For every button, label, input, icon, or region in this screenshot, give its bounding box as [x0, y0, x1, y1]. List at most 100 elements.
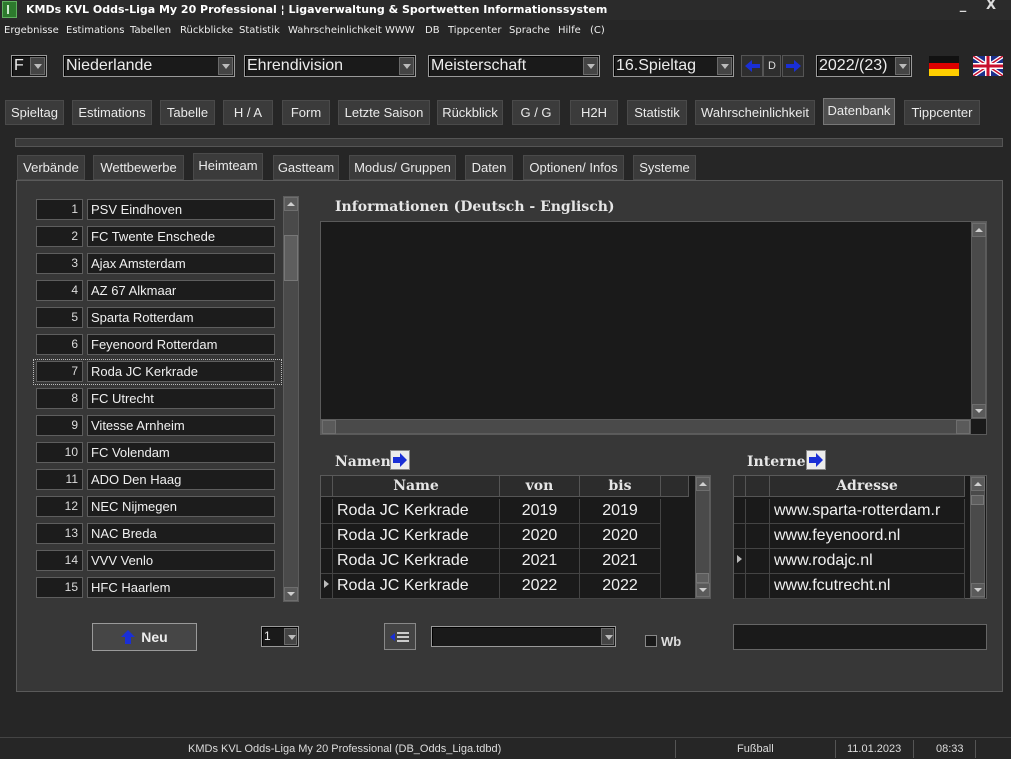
matchday-select[interactable]: 16.Spieltag: [613, 55, 734, 77]
new-button[interactable]: Neu: [92, 623, 197, 651]
next-matchday-button[interactable]: [782, 55, 804, 77]
scroll-left-icon[interactable]: [322, 420, 336, 434]
scroll-thumb[interactable]: [696, 573, 709, 583]
names-scrollbar[interactable]: [695, 476, 710, 598]
wb-checkbox[interactable]: [645, 635, 657, 647]
internet-cell-url[interactable]: www.rodajc.nl: [770, 549, 965, 574]
tab-estimations[interactable]: Estimations: [72, 100, 152, 125]
tab-letzte-saison[interactable]: Letzte Saison: [338, 100, 430, 125]
names-col-bis[interactable]: bis: [580, 476, 661, 497]
team-name[interactable]: FC Utrecht: [87, 388, 275, 409]
team-name[interactable]: Ajax Amsterdam: [87, 253, 275, 274]
team-name[interactable]: FC Twente Enschede: [87, 226, 275, 247]
bottom-dropdown[interactable]: [431, 626, 616, 647]
names-cell-name[interactable]: Roda JC Kerkrade: [333, 574, 500, 599]
tab-h2h[interactable]: H2H: [570, 100, 618, 125]
names-cell-von[interactable]: 2021: [500, 549, 580, 574]
info-vscrollbar[interactable]: [971, 222, 986, 419]
team-name[interactable]: VVV Venlo: [87, 550, 275, 571]
matchday-mode-button[interactable]: D: [763, 55, 781, 77]
menu-tippcenter[interactable]: Tippcenter: [448, 25, 501, 36]
tab-verbaende[interactable]: Verbände: [17, 155, 85, 180]
scroll-up-icon[interactable]: [972, 223, 986, 237]
menu-rueckblicke[interactable]: Rückblicke: [180, 25, 233, 36]
menu-tabellen[interactable]: Tabellen: [130, 25, 171, 36]
menu-hilfe[interactable]: Hilfe: [558, 25, 581, 36]
team-name[interactable]: FC Volendam: [87, 442, 275, 463]
scroll-up-icon[interactable]: [971, 477, 985, 491]
tab-systeme[interactable]: Systeme: [633, 155, 696, 180]
team-name[interactable]: PSV Eindhoven: [87, 199, 275, 220]
names-cell-bis[interactable]: 2021: [580, 549, 661, 574]
uk-flag-icon[interactable]: [973, 56, 1003, 76]
scroll-down-icon[interactable]: [284, 587, 298, 601]
names-cell-von[interactable]: 2019: [500, 499, 580, 524]
names-cell-bis[interactable]: 2020: [580, 524, 661, 549]
menu-www[interactable]: WWW: [385, 25, 415, 36]
tab-datenbank[interactable]: Datenbank: [823, 98, 895, 125]
menu-statistik[interactable]: Statistik: [239, 25, 280, 36]
names-table[interactable]: Name von bis Roda JC Kerkrade 2019 2019 …: [320, 475, 711, 599]
tab-statistik[interactable]: Statistik: [627, 100, 687, 125]
names-link-button[interactable]: [390, 450, 410, 470]
menu-wahrscheinlichkeit[interactable]: Wahrscheinlichkeit: [288, 25, 382, 36]
season-select[interactable]: 2022/(23): [816, 55, 912, 77]
page-select[interactable]: 1: [261, 626, 299, 647]
german-flag-icon[interactable]: [929, 56, 959, 76]
names-cell-name[interactable]: Roda JC Kerkrade: [333, 499, 500, 524]
menu-sprache[interactable]: Sprache: [509, 25, 550, 36]
names-col-von[interactable]: von: [500, 476, 580, 497]
team-name[interactable]: Feyenoord Rotterdam: [87, 334, 275, 355]
menu-db[interactable]: DB: [425, 25, 440, 36]
scroll-up-icon[interactable]: [284, 197, 298, 211]
scroll-down-icon[interactable]: [972, 404, 986, 418]
team-name[interactable]: NAC Breda: [87, 523, 275, 544]
tab-g-g[interactable]: G / G: [512, 100, 560, 125]
scroll-down-icon[interactable]: [971, 583, 985, 597]
info-textarea[interactable]: [320, 221, 987, 435]
names-cell-name[interactable]: Roda JC Kerkrade: [333, 524, 500, 549]
tab-optionen-infos[interactable]: Optionen/ Infos: [523, 155, 624, 180]
team-name[interactable]: HFC Haarlem: [87, 577, 275, 598]
close-button[interactable]: X: [979, 0, 1003, 14]
list-tool-button[interactable]: [384, 623, 416, 650]
country-select[interactable]: Niederlande: [63, 55, 235, 77]
scroll-thumb[interactable]: [971, 495, 984, 505]
menu-estimations[interactable]: Estimations: [66, 25, 124, 36]
tab-wettbewerbe[interactable]: Wettbewerbe: [93, 155, 184, 180]
names-col-name[interactable]: Name: [333, 476, 500, 497]
info-hscrollbar[interactable]: [321, 419, 971, 434]
tab-gastteam[interactable]: Gastteam: [273, 155, 339, 180]
letter-select[interactable]: F: [11, 55, 47, 77]
team-name[interactable]: Sparta Rotterdam: [87, 307, 275, 328]
tab-tippcenter[interactable]: Tippcenter: [904, 100, 980, 125]
scroll-thumb[interactable]: [284, 235, 298, 281]
tab-h-a[interactable]: H / A: [223, 100, 273, 125]
internet-table[interactable]: Adresse www.sparta-rotterdam.r www.feyen…: [733, 475, 987, 599]
tab-rueckblick[interactable]: Rückblick: [437, 100, 503, 125]
team-name[interactable]: ADO Den Haag: [87, 469, 275, 490]
bottom-text-field[interactable]: [733, 624, 987, 650]
names-cell-bis[interactable]: 2022: [580, 574, 661, 599]
names-cell-bis[interactable]: 2019: [580, 499, 661, 524]
tab-wahrscheinlichkeit[interactable]: Wahrscheinlichkeit: [695, 100, 815, 125]
internet-scrollbar[interactable]: [970, 476, 985, 598]
tab-spieltag[interactable]: Spieltag: [5, 100, 64, 125]
internet-col-adresse[interactable]: Adresse: [770, 476, 965, 497]
tab-modus-gruppen[interactable]: Modus/ Gruppen: [349, 155, 456, 180]
tab-daten[interactable]: Daten: [465, 155, 513, 180]
tab-form[interactable]: Form: [282, 100, 330, 125]
team-name[interactable]: NEC Nijmegen: [87, 496, 275, 517]
scroll-down-icon[interactable]: [696, 583, 710, 597]
prev-matchday-button[interactable]: [741, 55, 763, 77]
team-name[interactable]: Vitesse Arnheim: [87, 415, 275, 436]
competition-select[interactable]: Meisterschaft: [428, 55, 600, 77]
tab-tabelle[interactable]: Tabelle: [160, 100, 215, 125]
names-cell-von[interactable]: 2020: [500, 524, 580, 549]
team-list[interactable]: 1 PSV Eindhoven 2 FC Twente Enschede 3 A…: [36, 199, 277, 604]
internet-cell-url[interactable]: www.fcutrecht.nl: [770, 574, 965, 599]
menu-copyright[interactable]: (C): [590, 25, 605, 36]
team-name[interactable]: AZ 67 Alkmaar: [87, 280, 275, 301]
menu-ergebnisse[interactable]: Ergebnisse: [4, 25, 59, 36]
minimize-button[interactable]: _: [951, 0, 975, 14]
